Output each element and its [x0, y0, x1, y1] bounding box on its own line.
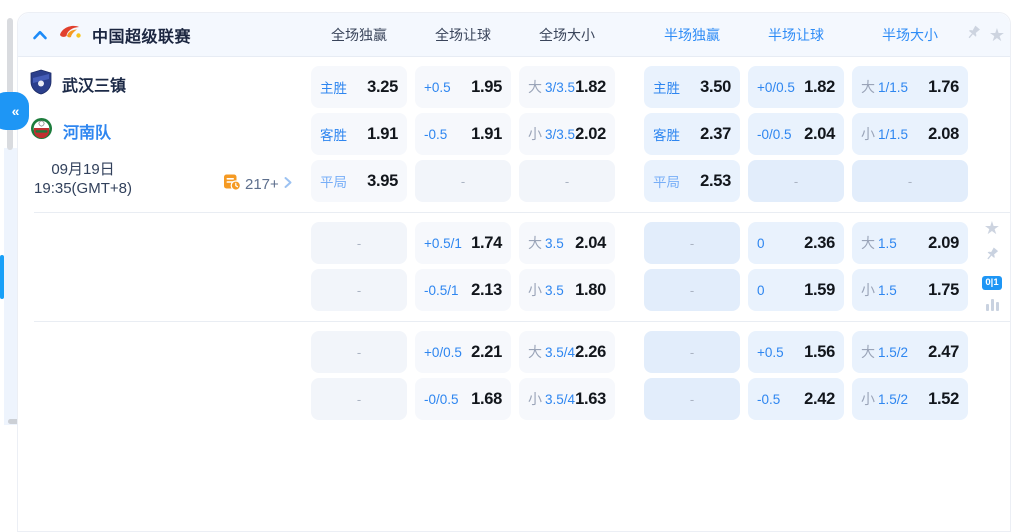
away-team-logo	[30, 117, 53, 145]
league-odds-card: 中国超级联赛 全场独赢全场让球全场大小 半场独赢半场让球半场大小 ★ 主胜3.25…	[17, 12, 1011, 532]
odds-cell-empty: -	[644, 378, 740, 420]
odds-cell-empty: -	[311, 378, 407, 420]
odds-cell[interactable]: 主胜3.50	[644, 66, 740, 108]
odds-cell[interactable]: +0.51.56	[748, 331, 844, 373]
odds-cell[interactable]: 客胜1.91	[311, 113, 407, 155]
column-header-fulltime-over-under[interactable]: 全场大小	[519, 25, 615, 45]
markets-count-icon	[223, 173, 241, 196]
odds-cell[interactable]: 平局2.53	[644, 160, 740, 202]
odds-row: --0.5/12.13小3.51.80-01.59小1.51.75	[311, 269, 1010, 311]
odds-cell-empty: -	[644, 269, 740, 311]
odds-cell[interactable]: 小3/3.52.02	[519, 113, 615, 155]
odds-cell[interactable]: -0/0.52.04	[748, 113, 844, 155]
odds-group-3: -+0/0.52.21大3.5/42.26-+0.51.56大1.5/22.47…	[18, 322, 1010, 430]
column-header-fulltime-handicap[interactable]: 全场让球	[415, 25, 511, 45]
collapse-panel-tab[interactable]: «	[0, 92, 29, 130]
column-header-fulltime-1x2[interactable]: 全场独赢	[311, 25, 407, 45]
stats-chart-icon[interactable]	[986, 299, 999, 311]
more-markets-link[interactable]: 217+	[223, 173, 293, 196]
odds-cell[interactable]: +0/0.52.21	[415, 331, 511, 373]
odds-cell[interactable]: 01.59	[748, 269, 844, 311]
odds-cell[interactable]: 大3.52.04	[519, 222, 615, 264]
odds-cell[interactable]: 小1.51.75	[852, 269, 968, 311]
odds-row: 主胜3.25+0.51.95大3/3.51.82 主胜3.50+0/0.51.82…	[311, 66, 1010, 108]
vertical-scrollbar-thumb[interactable]	[7, 18, 13, 150]
favorite-star-icon[interactable]: ★	[984, 219, 1000, 237]
left-panel-strip	[4, 148, 17, 425]
odds-cell[interactable]: 小3.5/41.63	[519, 378, 615, 420]
odds-cell-empty: -	[852, 160, 968, 202]
pin-icon[interactable]	[984, 246, 1000, 267]
odds-format-toggle[interactable]: 0|1	[982, 276, 1001, 290]
header-actions: ★	[965, 24, 1005, 46]
odds-cell-empty: -	[311, 269, 407, 311]
odds-cell[interactable]: -0.52.42	[748, 378, 844, 420]
odds-cell-empty: -	[415, 160, 511, 202]
odds-cell[interactable]: +0.51.95	[415, 66, 511, 108]
favorite-star-icon[interactable]: ★	[989, 26, 1005, 44]
odds-cell-empty: -	[519, 160, 615, 202]
column-header-halftime-handicap[interactable]: 半场让球	[748, 25, 844, 45]
markets-count: 217+	[245, 176, 279, 193]
column-header-halftime-1x2[interactable]: 半场独赢	[644, 25, 740, 45]
chevron-right-icon	[283, 176, 293, 194]
odds-cell[interactable]: 大1.5/22.47	[852, 331, 968, 373]
odds-row: -+0.5/11.74大3.52.04-02.36大1.52.09	[311, 222, 1010, 264]
odds-cell[interactable]: +0.5/11.74	[415, 222, 511, 264]
league-header-left: 中国超级联赛	[18, 23, 311, 47]
odds-cell-empty: -	[311, 222, 407, 264]
home-team-logo	[30, 69, 52, 100]
league-header-row: 中国超级联赛 全场独赢全场让球全场大小 半场独赢半场让球半场大小 ★	[18, 13, 1010, 57]
odds-cell[interactable]: 平局3.95	[311, 160, 407, 202]
match-datetime: 09月19日 19:35(GMT+8)	[24, 160, 142, 198]
odds-row: 客胜1.91-0.51.91小3/3.52.02 客胜2.37-0/0.52.04…	[311, 113, 1010, 155]
market-column-headers: 全场独赢全场让球全场大小 半场独赢半场让球半场大小	[311, 13, 976, 56]
odds-row: -+0/0.52.21大3.5/42.26-+0.51.56大1.5/22.47	[311, 331, 1010, 373]
odds-cell[interactable]: 大1.52.09	[852, 222, 968, 264]
odds-row: --0/0.51.68小3.5/41.63--0.52.42小1.5/21.52	[311, 378, 1010, 420]
odds-cell-empty: -	[748, 160, 844, 202]
odds-group-1: 主胜3.25+0.51.95大3/3.51.82 主胜3.50+0/0.51.82…	[18, 57, 1010, 212]
odds-row: 平局3.95--平局2.53--	[311, 160, 1010, 202]
odds-cell[interactable]: 02.36	[748, 222, 844, 264]
odds-cell-empty: -	[644, 331, 740, 373]
home-team-name[interactable]: 武汉三镇	[62, 72, 126, 96]
odds-cell[interactable]: 大3/3.51.82	[519, 66, 615, 108]
odds-cell[interactable]: -0/0.51.68	[415, 378, 511, 420]
chevron-up-icon[interactable]	[32, 29, 48, 41]
column-header-halftime-over-under[interactable]: 半场大小	[852, 25, 968, 45]
pin-icon[interactable]	[965, 24, 982, 46]
odds-cell[interactable]: +0/0.51.82	[748, 66, 844, 108]
match-date: 09月19日	[24, 160, 142, 179]
league-title: 中国超级联赛	[92, 23, 191, 47]
odds-cell[interactable]: 主胜3.25	[311, 66, 407, 108]
odds-cell[interactable]: 大3.5/42.26	[519, 331, 615, 373]
odds-cell[interactable]: -0.51.91	[415, 113, 511, 155]
side-tool-rail: ★ 0|1	[979, 219, 1005, 311]
odds-cell[interactable]: 大1/1.51.76	[852, 66, 968, 108]
odds-cell-empty: -	[644, 222, 740, 264]
away-team-name[interactable]: 河南队	[63, 119, 111, 143]
odds-grid: 主胜3.25+0.51.95大3/3.51.82 主胜3.50+0/0.51.82…	[18, 57, 1010, 430]
odds-cell[interactable]: -0.5/12.13	[415, 269, 511, 311]
collapse-left-icon: «	[12, 103, 20, 119]
odds-cell[interactable]: 小1/1.52.08	[852, 113, 968, 155]
left-accent-scrollbar[interactable]	[0, 255, 4, 299]
odds-cell[interactable]: 小3.51.80	[519, 269, 615, 311]
home-team-row[interactable]: 武汉三镇	[30, 63, 126, 105]
league-logo-icon	[57, 23, 83, 47]
away-team-row[interactable]: 河南队	[30, 110, 111, 152]
odds-cell[interactable]: 小1.5/21.52	[852, 378, 968, 420]
match-time-zone: 19:35(GMT+8)	[24, 179, 142, 198]
odds-group-2: -+0.5/11.74大3.52.04-02.36大1.52.09--0.5/1…	[18, 213, 1010, 321]
odds-cell[interactable]: 客胜2.37	[644, 113, 740, 155]
odds-cell-empty: -	[311, 331, 407, 373]
